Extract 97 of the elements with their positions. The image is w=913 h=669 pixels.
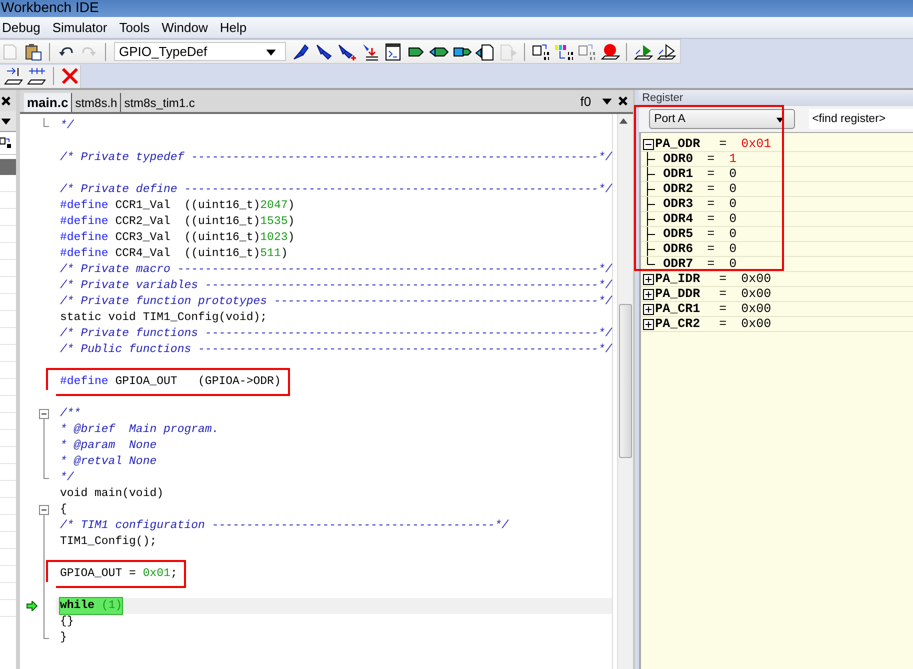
step-into-icon[interactable] [4,66,24,86]
code-line: */ [60,470,74,486]
file-tab[interactable]: stm8s.h [71,93,120,112]
code-line: void main(void) [60,486,164,502]
register-value: 0x00 [741,287,772,301]
code-line: * @param None [60,438,157,454]
register-row[interactable]: ODR3 = 0 [641,197,913,212]
register-value: 0x00 [741,272,772,286]
step-over-icon[interactable] [27,66,47,86]
register-row[interactable]: PA_CR1 = 0x00 [641,302,913,317]
register-value: 0 [729,212,737,226]
function-name[interactable]: f0 [580,94,592,108]
breakpoint-icon[interactable] [600,42,620,62]
register-row[interactable]: ODR4 = 0 [641,212,913,227]
code-line: { [60,502,67,518]
code-line: /* Private define ------------------------------------------------------------*/ [60,182,612,198]
probe-icon[interactable] [314,42,334,62]
run-icon[interactable] [656,42,676,62]
expand-icon[interactable] [643,318,654,330]
register-value: 0 [729,182,737,196]
expand-icon[interactable] [643,288,654,300]
clipboard-icon[interactable] [23,42,43,62]
code-line: /* Private function prototypes -----------------------------------------------*/ [60,294,612,310]
binary-icon[interactable] [531,42,551,62]
menu-item[interactable]: Simulator [50,20,118,35]
code-line: * @retval None [60,454,157,470]
code-line: /* Private functions ---------------------------------------------------------*/ [60,326,612,342]
stop-icon[interactable] [60,66,80,86]
register-value: 0x00 [741,317,772,331]
probe-plus-icon[interactable] [337,42,357,62]
register-value: 0x01 [741,137,772,151]
collapse-icon[interactable] [39,502,49,518]
register-row[interactable]: PA_DDR = 0x00 [641,287,913,302]
current-statement: while (1) [60,598,122,614]
symbol-combo[interactable]: GPIO_TypeDef [114,42,286,61]
code-line: #define CCR1_Val ((uint16_t)2047) [60,198,295,214]
file-tab[interactable]: stm8s_tim1.c [120,93,198,112]
collapse-icon[interactable] [39,406,49,422]
code-line: {} [60,614,74,630]
window-icon[interactable] [383,42,403,62]
close-icon[interactable] [617,95,630,107]
scroll-thumb[interactable] [619,304,632,458]
expand-icon[interactable] [643,274,654,284]
register-row[interactable]: ODR7 = 0 [641,257,913,272]
code-line: /* Public functions ----------------------------------------------------------*/ [60,342,612,358]
menu-item[interactable]: Help [218,20,257,35]
register-value: 0 [729,242,737,256]
code-line: } [60,630,67,646]
register-value: 0 [729,197,737,211]
panel-title: Register [639,90,913,106]
code-line: #define CCR3_Val ((uint16_t)1023) [60,230,295,246]
code-line: * @brief Main program. [60,422,219,438]
file-tab[interactable]: main.c [24,93,72,112]
find-register-field[interactable]: <find register> [809,109,913,129]
code-line: /* Private variables ---------------------------------------------------------*/ [60,278,612,294]
register-row[interactable]: ODR6 = 0 [641,242,913,257]
register-value: 0x00 [741,302,772,316]
register-row[interactable]: ODR5 = 0 [641,227,913,242]
code-line: /* Private macro -------------------------------------------------------------*/ [60,262,612,278]
probe-icon[interactable] [291,42,311,62]
window-title: Workbench IDE [1,0,99,14]
register-row[interactable]: PA_IDR = 0x00 [641,272,913,287]
code-line: static void TIM1_Config(void); [60,310,268,326]
register-value: 0 [729,227,737,241]
code-line: /* Private typedef -----------------------------------------------------------*/ [60,150,612,166]
binary-icon[interactable] [0,137,12,149]
code-line: /* TIM1 configuration -----------------------------------------*/ [60,518,509,534]
tree-line [647,227,656,241]
tree-line [647,212,656,226]
code-line: */ [60,118,74,134]
register-row[interactable]: ODR2 = 0 [641,182,913,197]
document-arrow-icon[interactable] [475,42,495,62]
collapse-icon[interactable] [643,138,654,150]
register-row[interactable]: ODR0 = 1 [641,152,913,167]
expand-icon[interactable] [643,304,654,314]
tree-line [647,167,656,181]
register-row[interactable]: PA_CR2 = 0x00 [641,317,913,332]
register-value: 1 [729,152,737,166]
register-value: 0 [729,167,737,181]
tree-line [647,182,656,196]
code-editor[interactable] [20,114,614,669]
tree-line [647,197,656,211]
code-line: #define CCR4_Val ((uint16_t)511) [60,246,288,262]
register-row[interactable]: PA_ODR = 0x01 [641,137,913,152]
register-value: 0 [729,257,737,271]
register-row[interactable]: ODR1 = 0 [641,167,913,182]
port-dropdown[interactable]: Port A [649,109,796,129]
code-line: TIM1_Config(); [60,534,157,550]
menu-item[interactable]: Window [160,20,218,35]
probe-bar-icon[interactable] [360,42,380,62]
close-icon[interactable] [0,94,12,106]
code-line: /** [60,406,81,422]
code-line: #define CCR2_Val ((uint16_t)1535) [60,214,295,230]
scrollbar[interactable] [617,114,634,669]
menu-item[interactable]: Debug [0,20,50,35]
tree-line [647,152,656,166]
menu-item[interactable]: Tools [117,20,160,35]
